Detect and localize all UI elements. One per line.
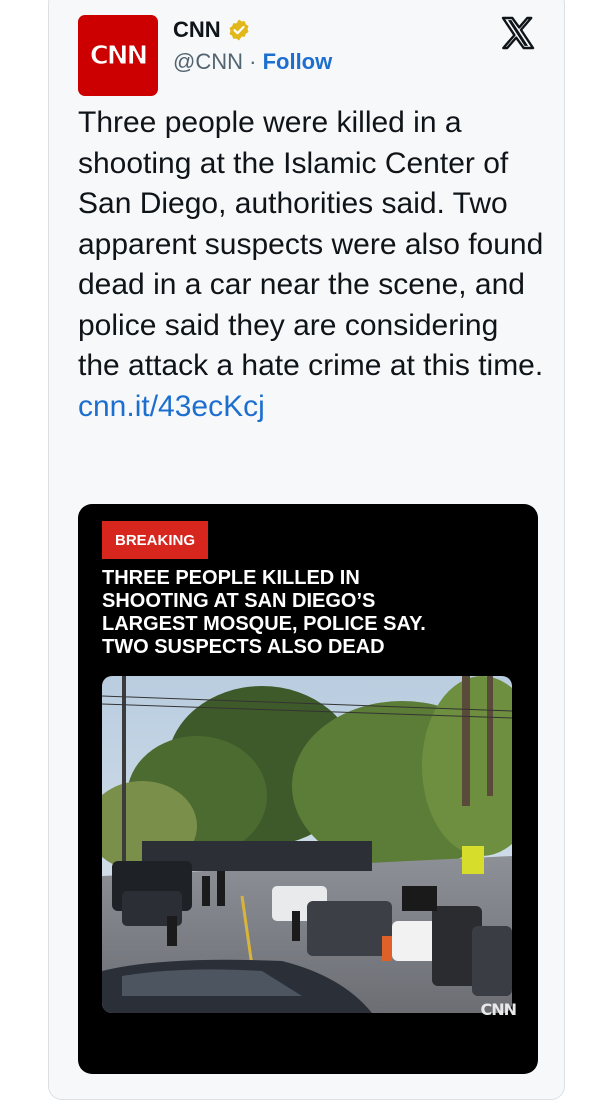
tweet-link[interactable]: cnn.it/43ecKcj (78, 387, 548, 428)
separator-dot: · (249, 49, 257, 74)
tweet-text: Three people were killed in a shooting a… (78, 103, 548, 427)
headline-line: TWO SUSPECTS ALSO DEAD (102, 636, 385, 658)
tweet-media[interactable]: BREAKING THREE PEOPLE KILLED IN SHOOTING… (78, 504, 538, 1074)
breaking-badge: BREAKING (102, 521, 208, 559)
verified-badge-icon (229, 19, 249, 41)
author-handle[interactable]: @CNN (173, 49, 243, 74)
media-headline: THREE PEOPLE KILLED IN SHOOTING AT SAN D… (102, 567, 522, 659)
x-logo-icon[interactable] (500, 15, 536, 51)
tweet-body: Three people were killed in a shooting a… (78, 106, 544, 382)
author-name[interactable]: CNN (173, 17, 221, 43)
headline-line: THREE PEOPLE KILLED IN (102, 567, 360, 589)
news-photo (102, 676, 512, 1013)
avatar[interactable]: CNN (78, 15, 158, 96)
tweet-card[interactable]: CNN CNN @CNN · Follow Three people were … (48, 0, 565, 1100)
cnn-watermark: CNN (480, 1000, 517, 1019)
street-scene-image (102, 676, 512, 1013)
cnn-logo: CNN (89, 40, 149, 71)
follow-button[interactable]: Follow (263, 49, 333, 74)
author-name-row: CNN (173, 17, 251, 43)
author-handle-row: @CNN · Follow (173, 49, 332, 75)
headline-line: SHOOTING AT SAN DIEGO’S (102, 590, 376, 612)
headline-line: LARGEST MOSQUE, POLICE SAY. (102, 613, 426, 635)
